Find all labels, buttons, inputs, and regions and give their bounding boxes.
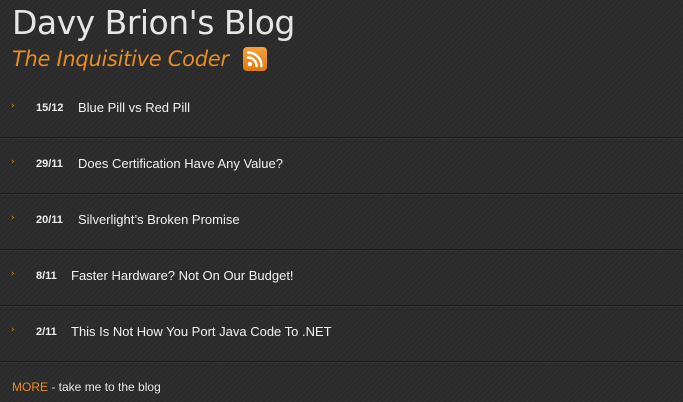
post-item[interactable]: › 29/11 Does Certification Have Any Valu… <box>0 138 683 194</box>
post-title-link[interactable]: This Is Not How You Port Java Code To .N… <box>71 324 332 339</box>
chevron-right-icon: › <box>11 213 15 223</box>
blog-tagline: The Inquisitive Coder <box>12 47 229 71</box>
post-title-link[interactable]: Does Certification Have Any Value? <box>78 156 283 171</box>
post-date: 20/11 <box>36 214 63 226</box>
blog-widget: Davy Brion's Blog The Inquisitive Coder … <box>0 0 683 402</box>
blog-title[interactable]: Davy Brion's Blog <box>12 2 295 44</box>
more-row: MORE - take me to the blog <box>12 380 161 394</box>
chevron-right-icon: › <box>11 325 15 335</box>
post-item[interactable]: › 15/12 Blue Pill vs Red Pill <box>0 82 683 138</box>
post-date: 29/11 <box>36 158 63 170</box>
more-link[interactable]: MORE <box>12 380 48 394</box>
post-date: 2/11 <box>36 326 57 338</box>
tagline-row: The Inquisitive Coder <box>12 44 267 74</box>
chevron-right-icon: › <box>11 269 15 279</box>
rss-feed-icon[interactable] <box>242 47 267 71</box>
post-date: 15/12 <box>36 102 64 114</box>
more-text: - take me to the blog <box>51 380 161 394</box>
chevron-right-icon: › <box>11 157 15 167</box>
post-item[interactable]: › 2/11 This Is Not How You Port Java Cod… <box>0 306 683 362</box>
chevron-right-icon: › <box>11 101 15 111</box>
post-list: › 15/12 Blue Pill vs Red Pill › 29/11 Do… <box>0 82 683 362</box>
post-title-link[interactable]: Silverlight’s Broken Promise <box>78 212 240 227</box>
post-item[interactable]: › 8/11 Faster Hardware? Not On Our Budge… <box>0 250 683 306</box>
post-item[interactable]: › 20/11 Silverlight’s Broken Promise <box>0 194 683 250</box>
post-date: 8/11 <box>36 270 57 282</box>
post-title-link[interactable]: Faster Hardware? Not On Our Budget! <box>71 268 294 283</box>
post-title-link[interactable]: Blue Pill vs Red Pill <box>78 100 190 115</box>
